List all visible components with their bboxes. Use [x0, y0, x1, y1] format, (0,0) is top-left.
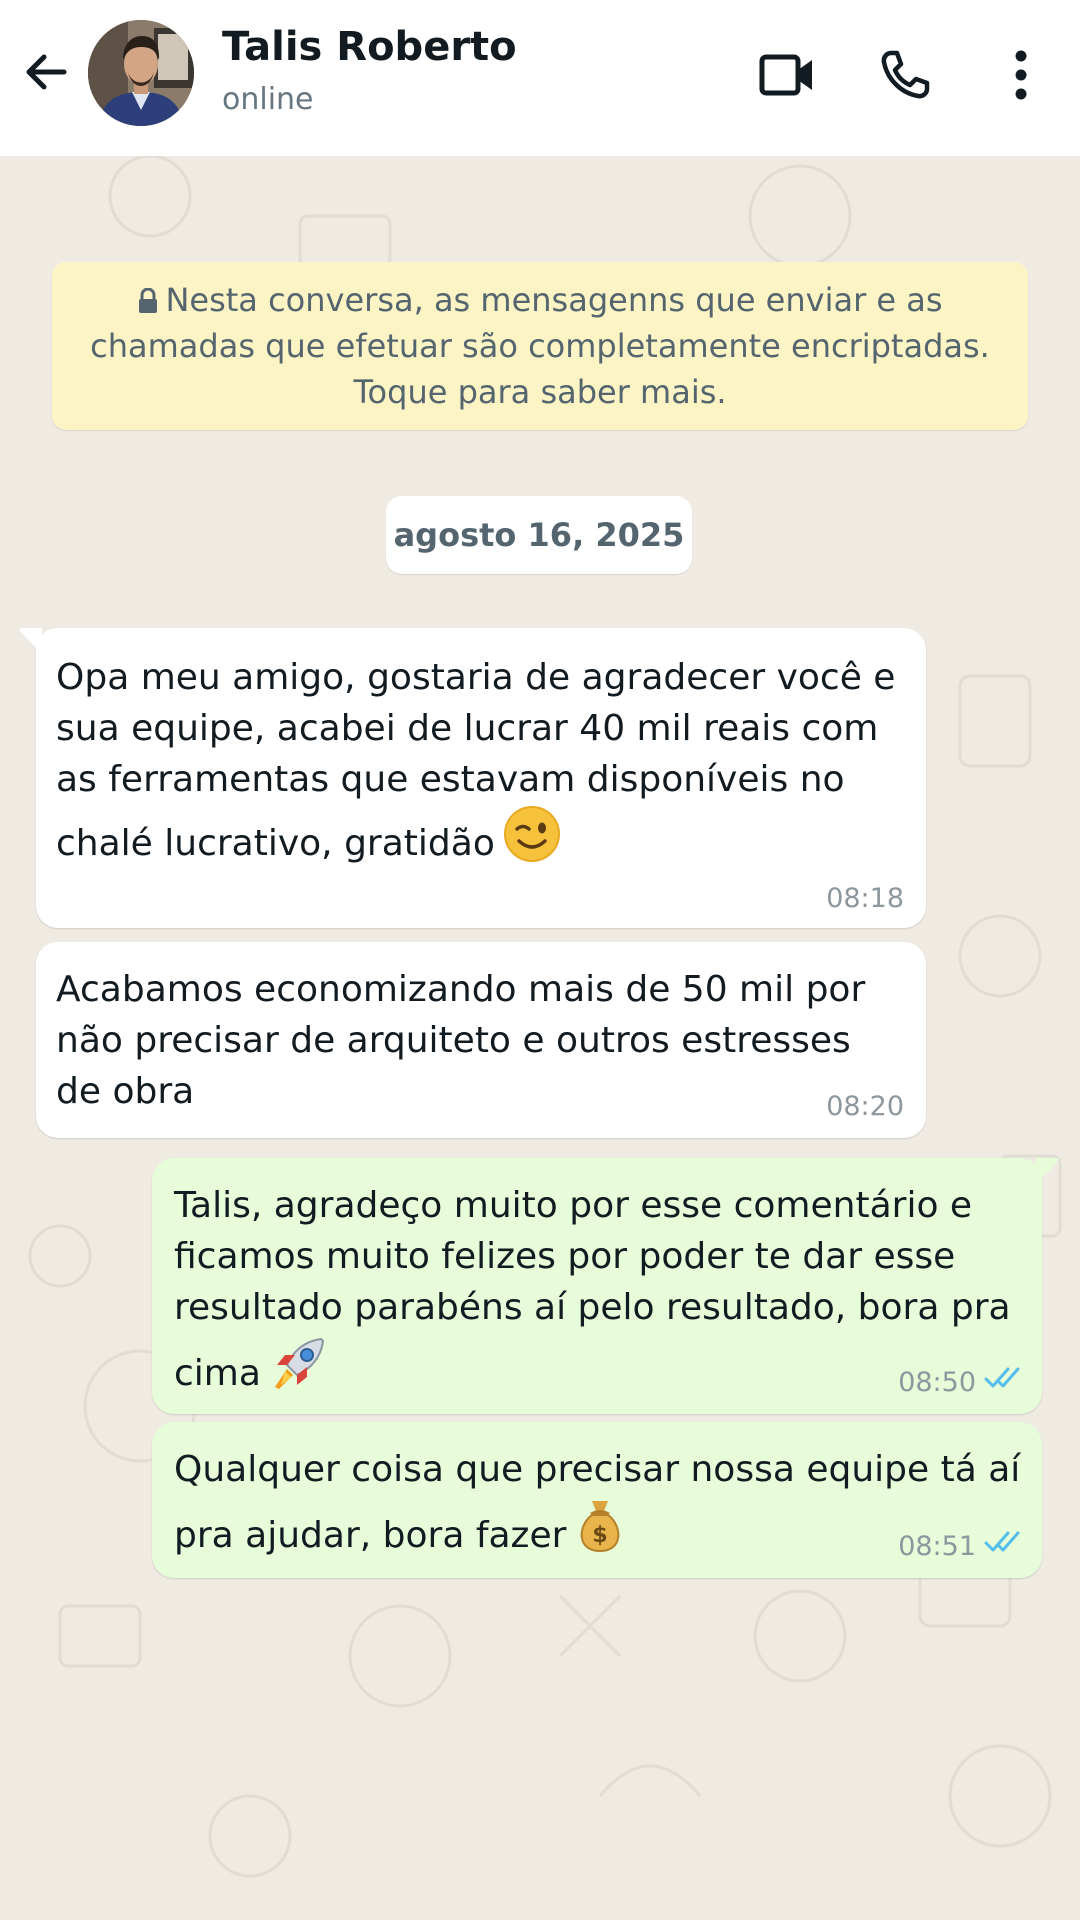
message-bubble-outgoing[interactable]: Qualquer coisa que precisar nossa equipe…: [152, 1422, 1042, 1578]
message-text: Opa meu amigo, gostaria de agradecer voc…: [56, 657, 896, 864]
bubble-tail: [1036, 1158, 1059, 1184]
money-bag-emoji: $: [581, 1501, 620, 1553]
message-time: 08:51: [898, 1531, 976, 1562]
read-receipt-icon: [984, 1366, 1024, 1394]
read-receipt-icon: [984, 1530, 1024, 1558]
encryption-notice-text: Nesta conversa, as mensagenns que enviar…: [90, 281, 990, 411]
message-bubble-incoming[interactable]: Opa meu amigo, gostaria de agradecer voc…: [19, 628, 926, 928]
svg-text:$: $: [593, 1523, 608, 1548]
message-bubble-incoming[interactable]: Acabamos economizando mais de 50 mil por…: [36, 942, 926, 1138]
winking-face-emoji: [503, 806, 560, 862]
message-time: 08:20: [826, 1091, 904, 1122]
encryption-notice[interactable]: Nesta conversa, as mensagenns que enviar…: [52, 262, 1028, 430]
message-time: 08:18: [826, 883, 904, 914]
contact-name[interactable]: Talis Roberto: [222, 24, 517, 70]
more-options-button[interactable]: [986, 40, 1056, 110]
contact-status: online: [222, 82, 314, 117]
message-text: Talis, agradeço muito por esse comentári…: [174, 1185, 1011, 1394]
back-button[interactable]: [16, 42, 76, 102]
message-bubble-outgoing[interactable]: Talis, agradeço muito por esse comentári…: [152, 1158, 1059, 1414]
rocket-emoji: [274, 1337, 324, 1389]
avatar[interactable]: [88, 20, 194, 126]
arrow-left-icon: [26, 54, 67, 90]
lock-icon: [139, 288, 158, 313]
message-text: Qualquer coisa que precisar nossa equipe…: [174, 1449, 1021, 1556]
message-text: Acabamos economizando mais de 50 mil por…: [56, 969, 866, 1112]
message-time: 08:50: [898, 1367, 976, 1398]
video-camera-icon: [759, 54, 812, 96]
chat-area[interactable]: Nesta conversa, as mensagenns que enviar…: [0, 156, 1080, 1920]
video-call-button[interactable]: [752, 40, 822, 110]
date-chip: agosto 16, 2025: [386, 496, 692, 574]
chat-header: Talis Roberto online: [0, 0, 1080, 156]
phone-icon: [881, 50, 930, 99]
encryption-text: Nesta conversa, as mensagenns que enviar…: [70, 277, 1010, 415]
bubble-tail: [19, 628, 42, 654]
avatar-photo: [88, 20, 194, 126]
more-vertical-icon: [1015, 50, 1027, 100]
voice-call-button[interactable]: [870, 40, 940, 110]
